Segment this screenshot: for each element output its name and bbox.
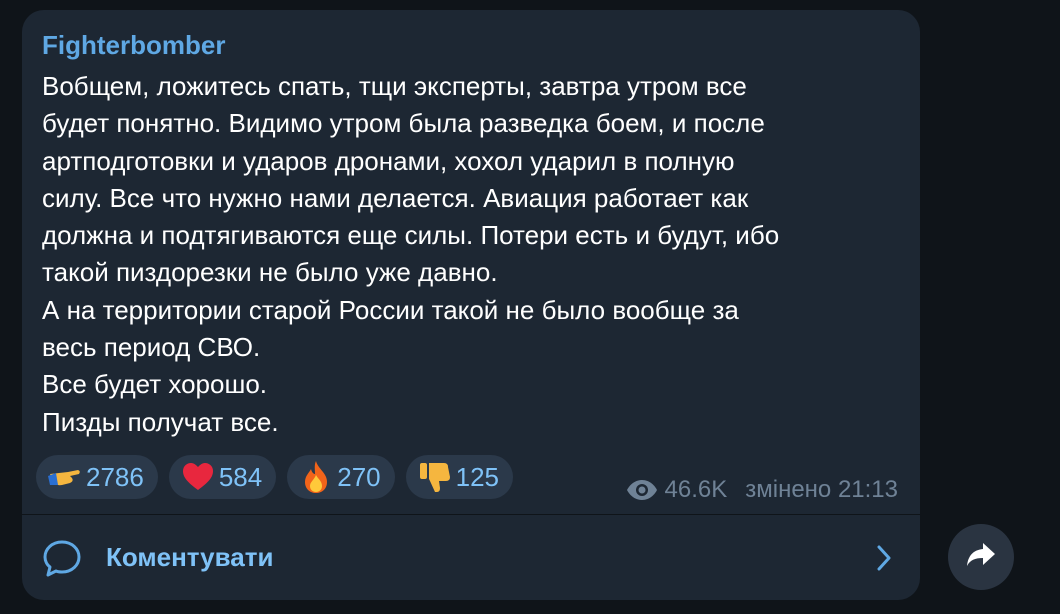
- message-line: весь период СВО.: [42, 332, 261, 363]
- reaction-count: 125: [455, 461, 500, 492]
- pointing-hand-icon: [48, 460, 82, 494]
- view-count: 46.6K: [664, 476, 728, 503]
- heart-icon: [181, 460, 215, 494]
- share-button[interactable]: [948, 524, 1014, 590]
- message-line: Вобщем, ложитесь спать, тщи эксперты, за…: [42, 71, 747, 101]
- reaction-count: 270: [337, 461, 381, 492]
- eye-icon: [626, 479, 658, 501]
- message-line: будет понятно. Видимо утром была разведк…: [42, 108, 765, 139]
- channel-name[interactable]: Fighterbomber: [42, 30, 225, 61]
- reaction-heart[interactable]: 584: [168, 455, 277, 499]
- edited-time: змінено 21:13: [745, 476, 898, 503]
- message-line: Пизды получат все.: [42, 406, 279, 437]
- reaction-fire[interactable]: 270: [287, 455, 395, 499]
- message-line: силу. Все что нужно нами делается. Авиац…: [42, 182, 749, 213]
- chevron-right-icon: [874, 543, 894, 573]
- reaction-count: 584: [218, 461, 263, 492]
- message-line: артподготовки и ударов дронами, хохол уд…: [42, 145, 735, 176]
- comments-button[interactable]: Коментувати: [22, 515, 920, 600]
- reactions-bar: 2786 584 270 125: [36, 455, 514, 499]
- reaction-pointing-hand[interactable]: 2786: [36, 455, 158, 499]
- reaction-thumbs-down[interactable]: 125: [405, 455, 514, 499]
- message-text: Вобщем, ложитесь спать, тщи эксперты, за…: [42, 68, 882, 441]
- reaction-count: 2786: [86, 461, 144, 492]
- message-line: должна и подтягиваются еще силы. Потери …: [42, 220, 780, 251]
- message-line: А на территории старой России такой не б…: [42, 294, 739, 325]
- share-arrow-icon: [965, 541, 997, 574]
- thumbs-down-icon: [418, 460, 452, 494]
- message-line: такой пиздорезки не было уже давно.: [42, 257, 498, 288]
- fire-icon: [299, 460, 333, 494]
- comment-bubble-icon: [42, 539, 82, 579]
- message-line: Все будет хорошо.: [42, 369, 268, 400]
- message-bubble: Fighterbomber Вобщем, ложитесь спать, тщ…: [22, 10, 920, 600]
- message-meta: 46.6K змінено 21:13: [626, 476, 898, 504]
- comments-label: Коментувати: [106, 542, 274, 572]
